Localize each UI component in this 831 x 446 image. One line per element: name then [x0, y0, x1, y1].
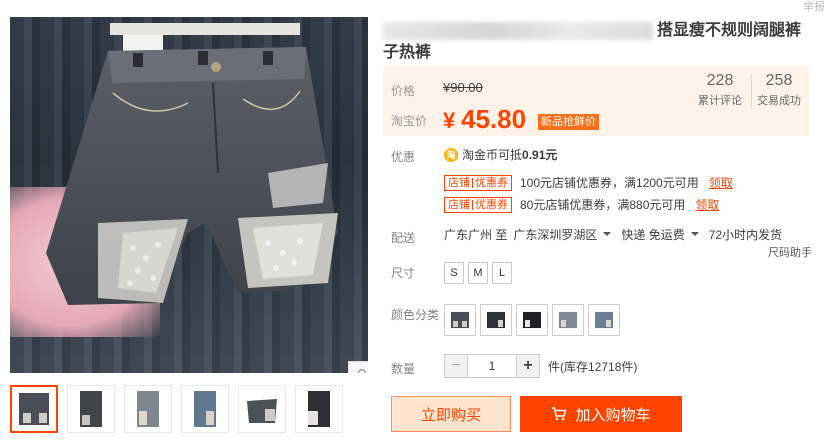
color-option-1[interactable] — [444, 304, 476, 336]
coupon-tag: 店铺 优惠券 — [444, 196, 512, 213]
price-badge: 新品抢鲜价 — [538, 114, 599, 130]
coin-value: 0.91元 — [522, 148, 558, 162]
original-price: ¥90.00 — [443, 80, 483, 95]
title-line-1: 搭显瘦不规则阔腿裤 — [657, 22, 802, 39]
delivery-info: 广东广州 至 广东深圳罗湖区 快递 免运费 72小时内发货 — [444, 226, 782, 243]
size-helper-link[interactable]: 尺码助手 — [768, 244, 812, 260]
review-count: 228 — [706, 72, 734, 89]
chevron-down-icon[interactable] — [690, 232, 699, 236]
main-product-image[interactable]: S ⚲ — [10, 17, 368, 373]
ship-time: 72小时内发货 — [708, 228, 783, 242]
delivery-label: 配送 — [391, 231, 416, 245]
color-option-5[interactable] — [588, 304, 620, 336]
taobao-coin-line: 淘 淘金币可抵 0.91元 — [444, 146, 557, 163]
taobao-coin-icon: 淘 — [444, 147, 458, 162]
thumbnail-6[interactable] — [295, 385, 343, 433]
add-to-cart-button[interactable]: 加入购物车 — [520, 396, 682, 432]
shipping-method-select[interactable]: 快递 免运费 — [621, 226, 684, 243]
cart-icon — [552, 407, 567, 421]
current-price-label: 淘宝价 — [391, 114, 428, 128]
coupon-claim-link[interactable]: 领取 — [709, 174, 733, 191]
quantity-stepper: − 1 + 件(库存12718件) — [444, 354, 637, 378]
buy-now-button[interactable]: 立即购买 — [391, 396, 511, 432]
original-price-label: 价格 — [391, 84, 416, 98]
product-title: 搭显瘦不规则阔腿裤 子热裤 — [383, 20, 823, 64]
color-options — [444, 304, 620, 336]
coupon-text: 100元店铺优惠券，满1200元可用 — [520, 176, 699, 190]
ship-from: 广东广州 至 — [444, 228, 508, 242]
size-option-m[interactable]: M — [468, 262, 488, 284]
report-link[interactable]: 举报 — [803, 0, 825, 14]
thumbnail-strip — [10, 385, 352, 433]
quantity-input[interactable]: 1 — [468, 354, 516, 378]
ship-to-select[interactable]: 广东深圳罗湖区 — [513, 226, 597, 243]
quantity-decrease-button[interactable]: − — [444, 354, 468, 378]
color-option-2[interactable] — [480, 304, 512, 336]
magnifier-icon[interactable]: ⚲ — [348, 361, 368, 373]
thumbnail-4[interactable] — [181, 385, 229, 433]
promo-label: 优惠 — [391, 150, 416, 164]
review-stat[interactable]: 228 累计评论 — [695, 72, 745, 108]
size-label: 尺寸 — [391, 266, 416, 280]
thumbnail-5[interactable] — [238, 385, 286, 433]
sales-label: 交易成功 — [757, 95, 801, 107]
sales-count: 258 — [765, 72, 793, 89]
thumbnail-2[interactable] — [67, 385, 115, 433]
coupon-row-2: 店铺 优惠券 80元店铺优惠券，满880元可用 领取 — [444, 196, 719, 213]
redacted-title-text — [383, 21, 653, 40]
size-option-l[interactable]: L — [492, 262, 512, 284]
title-line-2: 子热裤 — [383, 44, 432, 61]
stat-divider — [751, 74, 752, 108]
size-options: S M L — [444, 262, 512, 284]
color-option-4[interactable] — [552, 304, 584, 336]
coupon-tag: 店铺 优惠券 — [444, 174, 512, 191]
coupon-claim-link[interactable]: 领取 — [695, 196, 719, 213]
quantity-increase-button[interactable]: + — [516, 354, 540, 378]
currency-symbol: ¥ — [443, 108, 456, 133]
coupon-row-1: 店铺 优惠券 100元店铺优惠券，满1200元可用 领取 — [444, 174, 733, 191]
review-label: 累计评论 — [698, 95, 742, 107]
color-label: 颜色分类 — [391, 308, 440, 322]
sales-stat[interactable]: 258 交易成功 — [753, 72, 805, 108]
price-box: 价格 ¥90.00 淘宝价 ¥ 45.80 新品抢鲜价 228 累计评论 258… — [383, 66, 809, 136]
color-option-3[interactable] — [516, 304, 548, 336]
denim-shorts-image: S — [46, 23, 338, 305]
thumbnail-1[interactable] — [10, 385, 58, 433]
current-price: 45.80 — [461, 104, 527, 134]
stock-text: 件(库存12718件) — [548, 359, 638, 374]
thumbnail-3[interactable] — [124, 385, 172, 433]
coupon-text: 80元店铺优惠券，满880元可用 — [520, 198, 686, 212]
chevron-down-icon[interactable] — [603, 232, 612, 236]
add-to-cart-label: 加入购物车 — [575, 406, 651, 424]
size-option-s[interactable]: S — [444, 262, 464, 284]
quantity-label: 数量 — [391, 362, 416, 376]
coin-text: 淘金币可抵 — [462, 148, 523, 162]
